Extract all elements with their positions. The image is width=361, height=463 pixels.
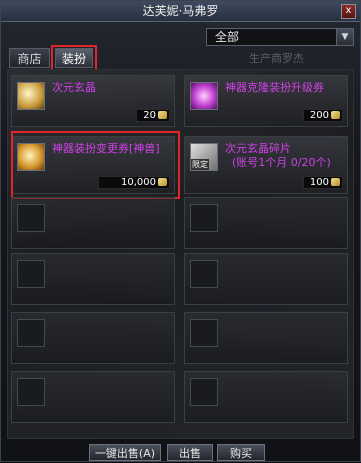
dropdown-value: 全部 (215, 30, 240, 44)
empty-slot-icon (190, 204, 218, 232)
buy-button[interactable]: 购买 (217, 444, 265, 461)
dimension-crystal-icon (17, 82, 45, 110)
item-price: 100 (302, 176, 343, 189)
window-title: 达芙妮·马弗罗 (142, 4, 219, 18)
empty-slot[interactable] (11, 371, 175, 423)
item-name: 神器克隆装扮升级券 (225, 81, 324, 94)
item-price: 200 (302, 109, 343, 122)
empty-slot-icon (17, 204, 45, 232)
empty-slot-icon (190, 319, 218, 347)
empty-slot-icon (17, 260, 45, 288)
item-slot-4[interactable]: 限定 次元玄晶碎片 (账号1个月 0/20个) 100 (184, 136, 348, 194)
category-dropdown[interactable]: 全部 ▼ (206, 28, 354, 46)
item-name: 次元玄晶 (52, 81, 96, 94)
close-icon[interactable]: x (341, 4, 356, 19)
coin-icon (158, 111, 167, 119)
empty-slot-icon (17, 378, 45, 406)
item-price: 20 (136, 109, 170, 122)
item-slot-1[interactable]: 次元玄晶 20 (11, 75, 175, 127)
empty-slot[interactable] (184, 312, 348, 364)
empty-slot-icon (190, 378, 218, 406)
tab-highlight-frame (51, 45, 97, 71)
sub-label: 生产商罗杰 (249, 52, 304, 65)
item-name: 次元玄晶碎片 (账号1个月 0/20个) (225, 142, 331, 169)
empty-slot[interactable] (184, 197, 348, 249)
tab-shop[interactable]: 商店 (9, 48, 50, 68)
chevron-down-icon[interactable]: ▼ (336, 29, 353, 45)
empty-slot[interactable] (11, 197, 175, 249)
coin-icon (331, 178, 340, 186)
empty-slot[interactable] (11, 253, 175, 305)
item-highlight-frame (11, 131, 180, 199)
coin-icon (331, 111, 340, 119)
empty-slot[interactable] (184, 253, 348, 305)
sell-all-button[interactable]: 一键出售(A) (89, 444, 161, 461)
action-bar: 一键出售(A) 出售 购买 (1, 441, 360, 463)
title-bar[interactable]: 达芙妮·马弗罗 x (1, 1, 360, 22)
item-slot-2[interactable]: 神器克隆装扮升级券 200 (184, 75, 348, 127)
limited-badge: 限定 (191, 159, 209, 170)
empty-slot-icon (17, 319, 45, 347)
upgrade-ticket-icon (190, 82, 218, 110)
empty-slot[interactable] (11, 312, 175, 364)
shop-window: 达芙妮·马弗罗 x 全部 ▼ 生产商罗杰 商店 装扮 次元玄晶 20 神器克隆装… (0, 0, 361, 462)
empty-slot[interactable] (184, 371, 348, 423)
empty-slot-icon (190, 260, 218, 288)
sell-button[interactable]: 出售 (167, 444, 213, 461)
